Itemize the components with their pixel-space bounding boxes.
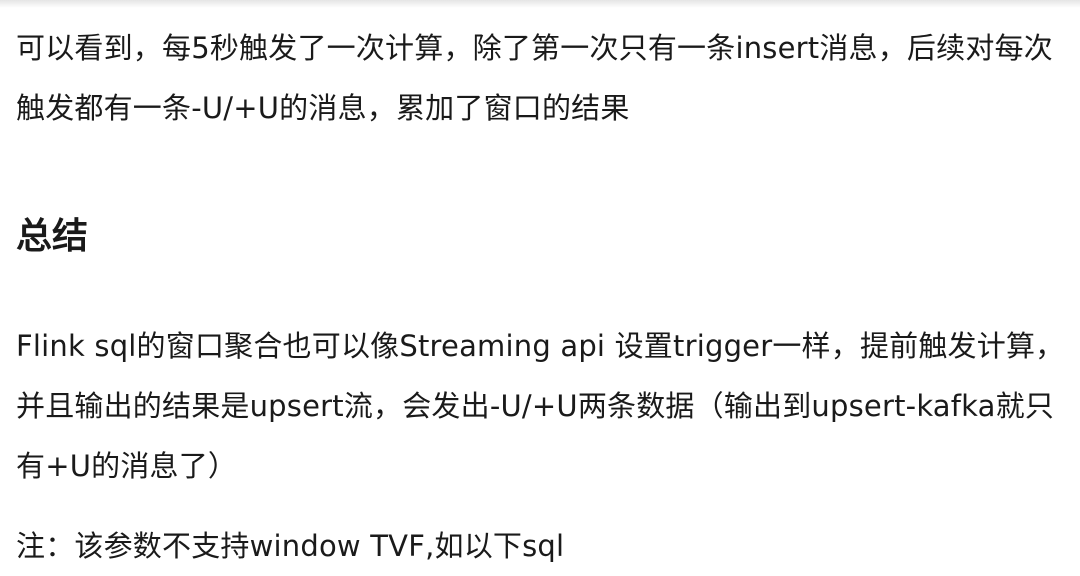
paragraph-summary: Flink sql的窗口聚合也可以像Streaming api 设置trigge…	[16, 329, 1065, 483]
article-body: 可以看到，每5秒触发了一次计算，除了第一次只有一条insert消息，后续对每次触…	[16, 18, 1066, 576]
paragraph-note: 注：该参数不支持window TVF,如以下sql	[16, 529, 565, 563]
paragraph-trigger-result: 可以看到，每5秒触发了一次计算，除了第一次只有一条insert消息，后续对每次触…	[16, 31, 1053, 125]
top-shadow-divider	[0, 0, 1080, 8]
section-heading-summary: 总结	[16, 216, 89, 257]
